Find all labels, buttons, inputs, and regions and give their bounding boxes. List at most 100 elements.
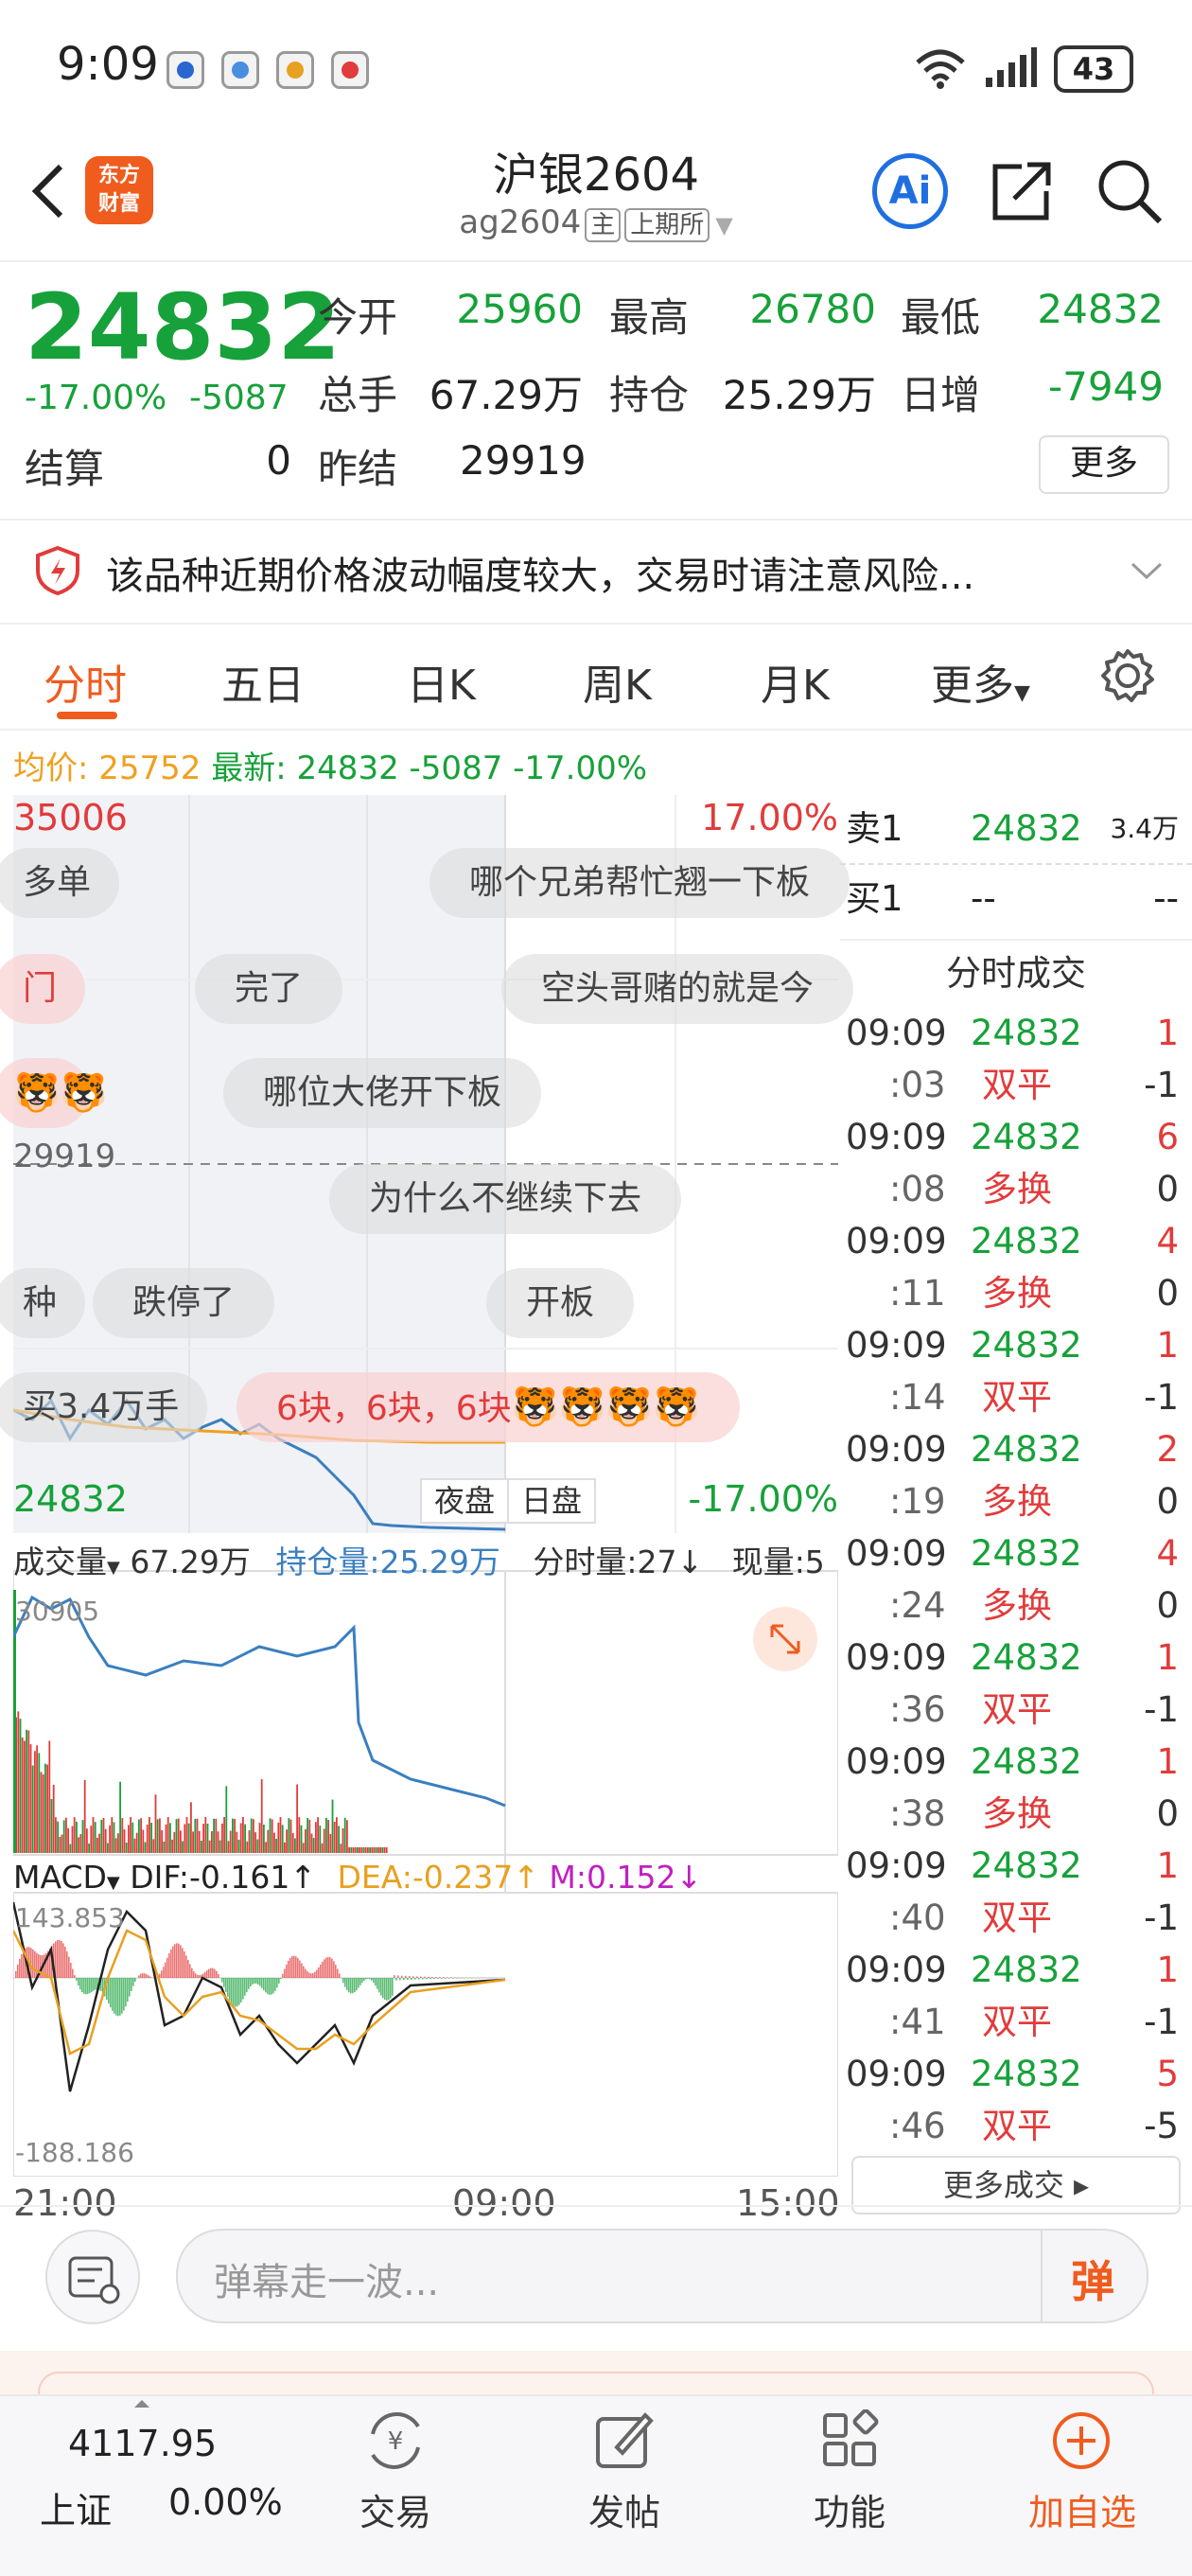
high-value: 26780 [687, 286, 876, 332]
volume-bar [280, 1817, 282, 1853]
danmu-message[interactable]: 跌停了 [93, 1268, 274, 1338]
send-danmu-button[interactable]: 弹 [1041, 2231, 1147, 2321]
expand-button[interactable] [753, 1607, 817, 1671]
index-value[interactable]: 4117.95 [68, 2423, 217, 2464]
tab-intraday[interactable]: 分时 [44, 651, 127, 712]
more-button[interactable]: 更多 [1039, 435, 1169, 494]
ai-button[interactable]: Ai [872, 153, 948, 229]
danmu-message[interactable]: 为什么不继续下去 [329, 1164, 681, 1234]
macd-bar [168, 1953, 170, 1978]
trade-seconds: :24 [889, 1579, 946, 1632]
macd-bar [254, 1978, 255, 1984]
macd-bar [127, 1978, 129, 2002]
danmu-emoji[interactable]: 🐯🐯 [0, 1058, 89, 1128]
macd-bar [193, 1971, 195, 1978]
danmu-message[interactable]: 种 [0, 1268, 85, 1338]
tab-five-day[interactable]: 五日 [221, 651, 305, 712]
tab-monthly-k[interactable]: 月K [761, 651, 830, 712]
danmu-message[interactable]: 哪位大佬开下板 [223, 1058, 541, 1128]
volume-bar [134, 1839, 136, 1853]
trade-row: 09:09248326 [840, 1111, 1192, 1163]
volume-bar [301, 1826, 303, 1853]
trade-seconds: :08 [889, 1163, 946, 1215]
macd-bar [176, 1943, 178, 1978]
daily-change-label: 日增 [901, 363, 980, 421]
tab-add-watchlist[interactable]: 加自选 [1007, 2483, 1158, 2535]
macd-bar [146, 1974, 148, 1978]
danmu-message[interactable]: 开板 [486, 1268, 634, 1338]
tab-weekly-k[interactable]: 周K [583, 651, 652, 712]
macd-bar [36, 1953, 38, 1978]
share-icon[interactable] [990, 159, 1054, 223]
volume-bar [340, 1844, 342, 1853]
macd-bar [148, 1975, 149, 1978]
chevron-down-icon[interactable] [1130, 560, 1164, 581]
volume-bar [194, 1819, 196, 1853]
add-watchlist-icon [1048, 2408, 1114, 2474]
macd-bar [189, 1965, 191, 1978]
volume-bar [169, 1823, 171, 1853]
volume-bar [249, 1830, 251, 1853]
macd-bar [443, 1977, 445, 1978]
trades-list[interactable]: 09:09248321:03双平-109:09248326:08多换009:09… [840, 1007, 1192, 2152]
danmu-message[interactable]: 买3.4万手 [0, 1372, 207, 1442]
day-session-toggle[interactable]: 日盘 [507, 1478, 596, 1524]
volume-bar [344, 1818, 346, 1853]
trade-type: 双平 [982, 1684, 1052, 1736]
now-volume: 现量:5 [732, 1544, 825, 1580]
macd-bar [401, 1976, 403, 1978]
danmu-message[interactable]: 门 [0, 954, 85, 1024]
macd-indicator-select[interactable]: MACD [13, 1859, 107, 1896]
volume-bar [261, 1779, 263, 1853]
macd-bar [310, 1973, 312, 1978]
macd-bar [161, 1970, 163, 1978]
tab-daily-k[interactable]: 日K [407, 651, 476, 712]
change-value: -5087 [189, 379, 289, 417]
night-session-toggle[interactable]: 夜盘 [420, 1478, 509, 1524]
danmu-message[interactable]: 完了 [195, 954, 342, 1024]
danmu-message[interactable]: 多单 [0, 848, 119, 918]
volume-max-label: 30905 [15, 1596, 99, 1627]
gear-icon[interactable] [1099, 647, 1156, 704]
intraday-chart[interactable]: 35006 17.00% 29919 24832 -17.00% 夜盘 日盘 多… [13, 795, 838, 1533]
shield-icon [34, 545, 81, 596]
danmu-message[interactable]: 空头哥赌的就是今 [501, 954, 853, 1024]
volume-indicator-select[interactable]: 成交量 [13, 1544, 107, 1580]
macd-bar [333, 1961, 335, 1978]
volume-bar [63, 1820, 65, 1853]
volume-bar [288, 1818, 289, 1853]
macd-bar [284, 1969, 286, 1978]
volume-bar [76, 1822, 78, 1853]
macd-bar [454, 1977, 456, 1978]
danmu-message[interactable]: 哪个兄弟帮忙翘一下板 [429, 848, 850, 918]
volume-bar [296, 1785, 298, 1853]
tab-function[interactable]: 功能 [774, 2483, 925, 2535]
volume-bar [275, 1839, 277, 1853]
exchange-tag: 上期所 [624, 208, 710, 242]
tab-more[interactable]: 更多▼ [931, 651, 1030, 712]
macd-bar [452, 1978, 454, 1979]
macd-bar [214, 1969, 216, 1978]
dropdown-icon[interactable]: ▼ [715, 212, 732, 238]
macd-bar [40, 1955, 42, 1978]
volume-bar [22, 1738, 24, 1853]
macd-bar [341, 1978, 342, 1979]
volume-bar [65, 1818, 67, 1853]
macd-bar [206, 1970, 208, 1978]
caret-down-icon: ▼ [107, 1558, 120, 1578]
tab-trade[interactable]: 交易 [320, 2483, 471, 2535]
search-icon[interactable] [1096, 157, 1164, 225]
macd-bar [316, 1970, 318, 1978]
trade-seconds: :14 [889, 1371, 946, 1423]
tab-post[interactable]: 发帖 [549, 2483, 700, 2535]
trade-detail-row: :41双平-1 [840, 1996, 1192, 2048]
danmu-input[interactable]: 弹幕走一波... 弹 [176, 2229, 1148, 2323]
danmu-message[interactable]: 6块，6块，6块🐯🐯🐯🐯 [237, 1372, 740, 1442]
trade-type: 双平 [982, 1996, 1052, 2048]
volume-bar [303, 1843, 305, 1853]
macd-bar [87, 1978, 89, 1994]
danmu-settings-button[interactable] [45, 2230, 140, 2324]
macd-bar [95, 1978, 96, 1990]
macd-bar [93, 1978, 95, 1991]
macd-bar [132, 1978, 134, 1986]
